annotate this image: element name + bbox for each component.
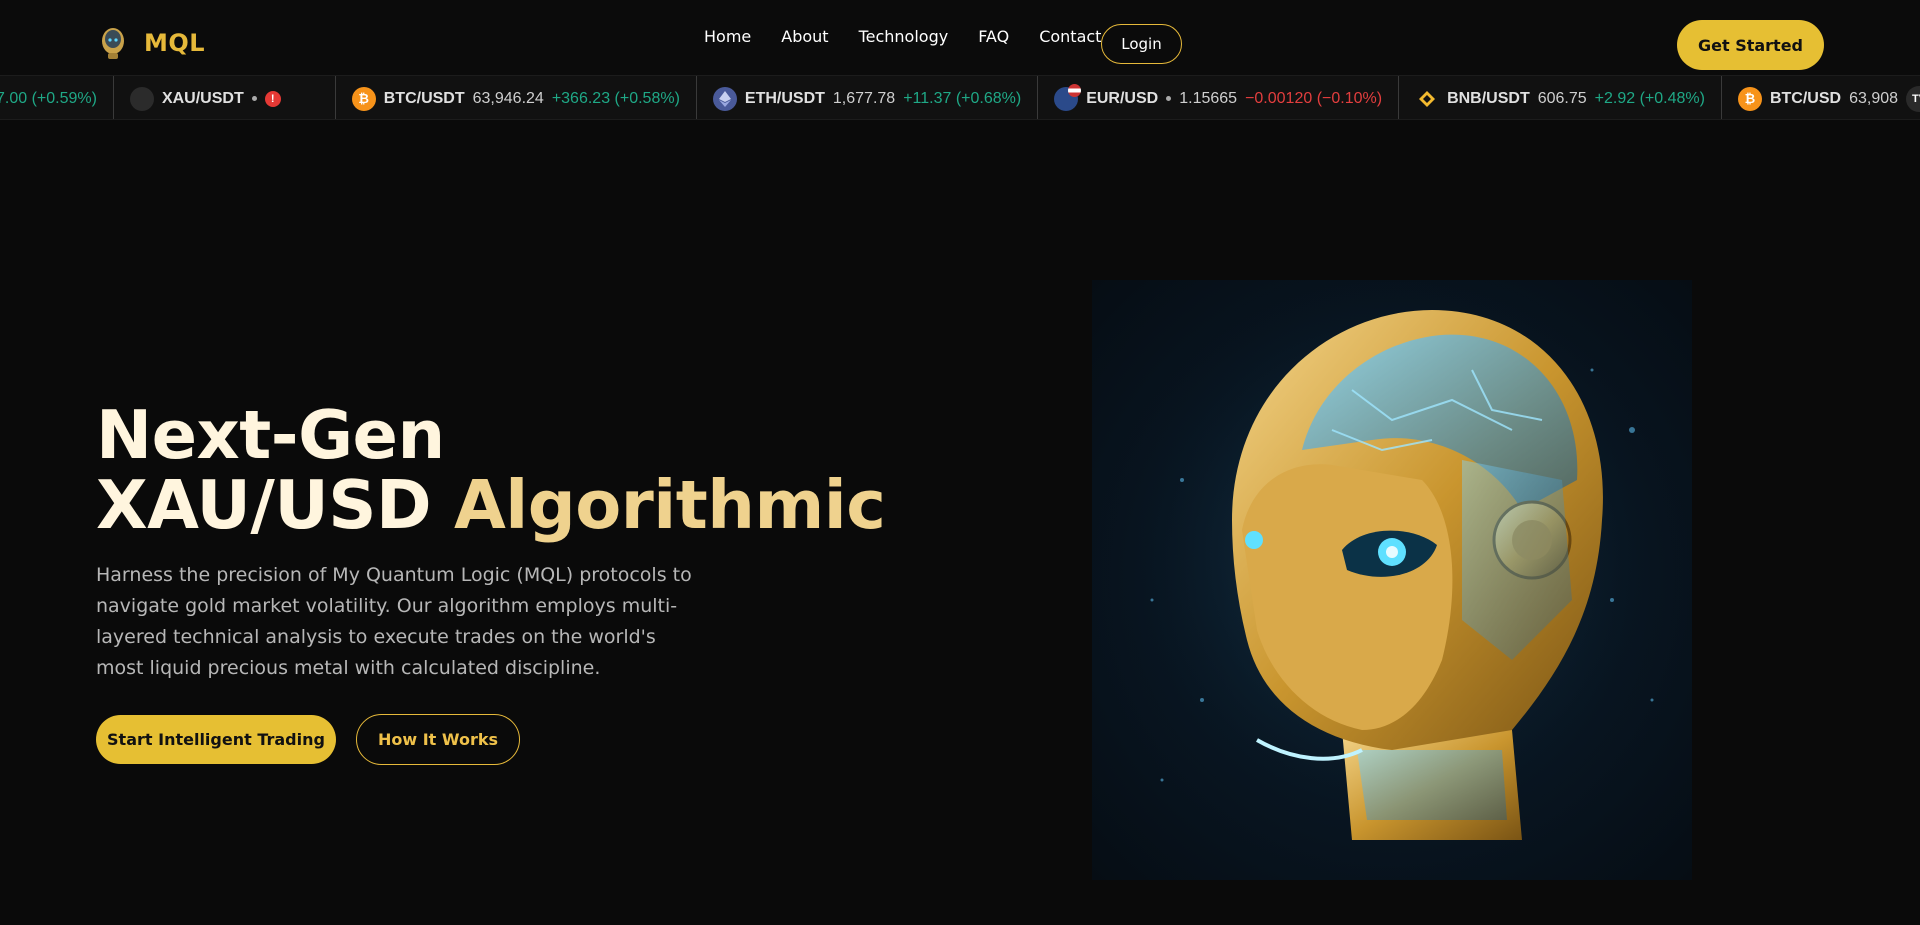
ticker-item-btc[interactable]: ₿ BTC/USDT 63,946.24 +366.23 (+0.58%) bbox=[336, 76, 697, 119]
gold-coin-icon bbox=[129, 86, 154, 111]
bitcoin-icon: ₿ bbox=[1737, 86, 1762, 111]
nav-about[interactable]: About bbox=[781, 27, 828, 46]
hero-title-symbol: XAU/USD bbox=[96, 466, 432, 544]
price-ticker: 7.00 (+0.59%) XAU/USDT ! ₿ BTC/USDT 63,9… bbox=[0, 75, 1920, 120]
hero-title-highlight: Algorithmic bbox=[453, 466, 886, 544]
ticker-price: 1,677.78 bbox=[832, 89, 896, 107]
ticker-symbol: BTC/USD bbox=[1769, 89, 1842, 107]
ticker-change: +11.37 (+0.68%) bbox=[903, 89, 1022, 107]
nav-home[interactable]: Home bbox=[704, 27, 751, 46]
ticker-item-eurusd[interactable]: EUR/USD 1.15665 −0.00120 (−0.10%) bbox=[1038, 76, 1400, 119]
login-button[interactable]: Login bbox=[1101, 24, 1182, 64]
bitcoin-icon: ₿ bbox=[351, 86, 376, 111]
ticker-item-eth[interactable]: ETH/USDT 1,677.78 +11.37 (+0.68%) bbox=[697, 76, 1039, 119]
ticker-change: −0.00120 (−0.10%) bbox=[1245, 89, 1383, 107]
ticker-symbol: BTC/USDT bbox=[383, 89, 465, 107]
eur-usd-flag-icon bbox=[1054, 83, 1082, 111]
ticker-item-bnb[interactable]: BNB/USDT 606.75 +2.92 (+0.48%) bbox=[1399, 76, 1722, 119]
hero-title-line1: Next-Gen bbox=[96, 396, 445, 474]
start-trading-button[interactable]: Start Intelligent Trading bbox=[96, 715, 336, 764]
robot-head-illustration bbox=[1092, 280, 1692, 880]
top-navbar: MQL Home About Technology FAQ Contact Lo… bbox=[0, 0, 1920, 75]
tradingview-logo-icon[interactable]: TV bbox=[1906, 85, 1920, 112]
brand-name: MQL bbox=[144, 29, 206, 57]
ticker-item-btcusd[interactable]: ₿ BTC/USD 63,908 TV bbox=[1722, 76, 1920, 119]
ticker-symbol: XAU/USDT bbox=[161, 89, 244, 107]
nav-technology[interactable]: Technology bbox=[859, 27, 949, 46]
nav-faq[interactable]: FAQ bbox=[978, 27, 1009, 46]
ticker-price: 63,946.24 bbox=[472, 89, 544, 107]
ticker-item[interactable]: 7.00 (+0.59%) bbox=[0, 76, 114, 119]
nav-contact[interactable]: Contact bbox=[1039, 27, 1101, 46]
ticker-price: 1.15665 bbox=[1179, 89, 1238, 107]
ticker-change: 7.00 (+0.59%) bbox=[0, 89, 97, 107]
ticker-symbol: EUR/USD bbox=[1086, 89, 1159, 107]
ticker-symbol: BNB/USDT bbox=[1447, 89, 1530, 107]
ticker-item-xau[interactable]: XAU/USDT ! bbox=[114, 76, 336, 119]
bnb-icon bbox=[1415, 87, 1439, 111]
main-nav: Home About Technology FAQ Contact bbox=[704, 27, 1101, 46]
ticker-price: 63,908 bbox=[1849, 89, 1899, 107]
ticker-track: 7.00 (+0.59%) XAU/USDT ! ₿ BTC/USDT 63,9… bbox=[0, 76, 1920, 119]
robot-head-logo-icon bbox=[102, 28, 124, 59]
ticker-price: 606.75 bbox=[1537, 89, 1587, 107]
ticker-change: +2.92 (+0.48%) bbox=[1594, 89, 1705, 107]
hero-robot-head-image bbox=[1092, 280, 1692, 880]
status-dot-icon bbox=[251, 96, 257, 101]
hero-description: Harness the precision of My Quantum Logi… bbox=[96, 564, 692, 679]
brand-logo[interactable]: MQL bbox=[98, 26, 205, 60]
status-dot-icon bbox=[1166, 96, 1172, 101]
warning-icon: ! bbox=[264, 90, 281, 107]
ticker-change: +366.23 (+0.58%) bbox=[551, 89, 680, 107]
get-started-button[interactable]: Get Started bbox=[1677, 20, 1824, 70]
how-it-works-button[interactable]: How It Works bbox=[356, 714, 520, 765]
ethereum-icon bbox=[712, 86, 737, 111]
ticker-symbol: ETH/USDT bbox=[744, 89, 825, 107]
hero-title: Next-Gen XAU/USD Algorithmic bbox=[96, 400, 886, 540]
